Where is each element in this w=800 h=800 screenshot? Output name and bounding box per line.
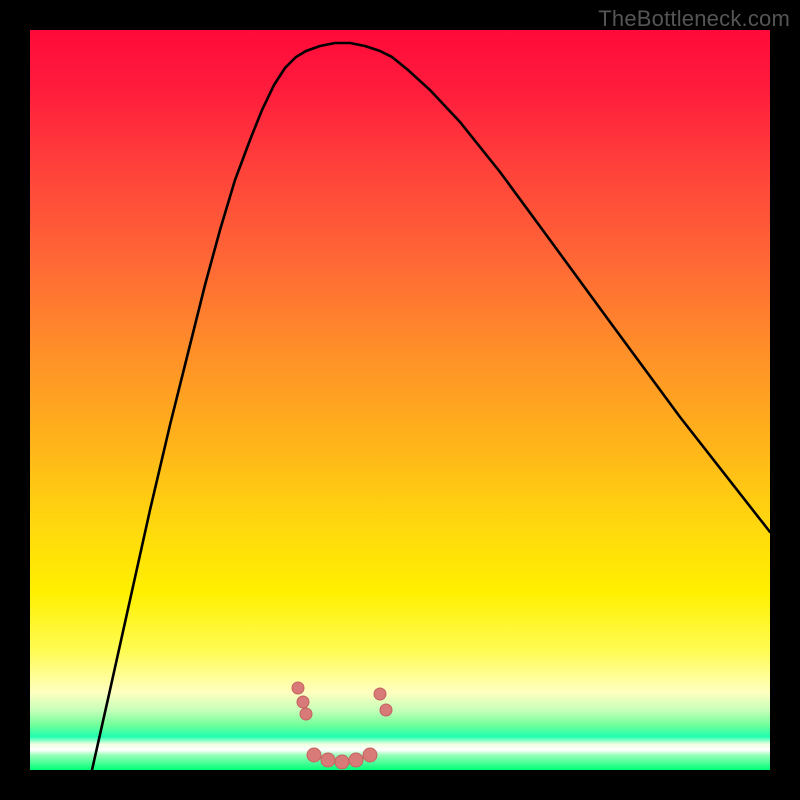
curve-markers [292, 682, 392, 769]
curve-left-arm [92, 51, 306, 770]
curve-marker-dot [374, 688, 386, 700]
curve-marker-dot [363, 748, 377, 762]
curve-marker-dot [335, 755, 349, 769]
curve-marker-dot [307, 748, 321, 762]
curve-marker-dot [300, 708, 312, 720]
bottleneck-curve [30, 30, 770, 770]
curve-marker-dot [321, 753, 335, 767]
curve-marker-dot [292, 682, 304, 694]
curve-right-arm [380, 51, 770, 532]
watermark-text: TheBottleneck.com [598, 6, 790, 32]
curve-marker-dot [297, 696, 309, 708]
curve-marker-dot [349, 753, 363, 767]
curve-trough [306, 43, 380, 51]
curve-marker-dot [380, 704, 392, 716]
